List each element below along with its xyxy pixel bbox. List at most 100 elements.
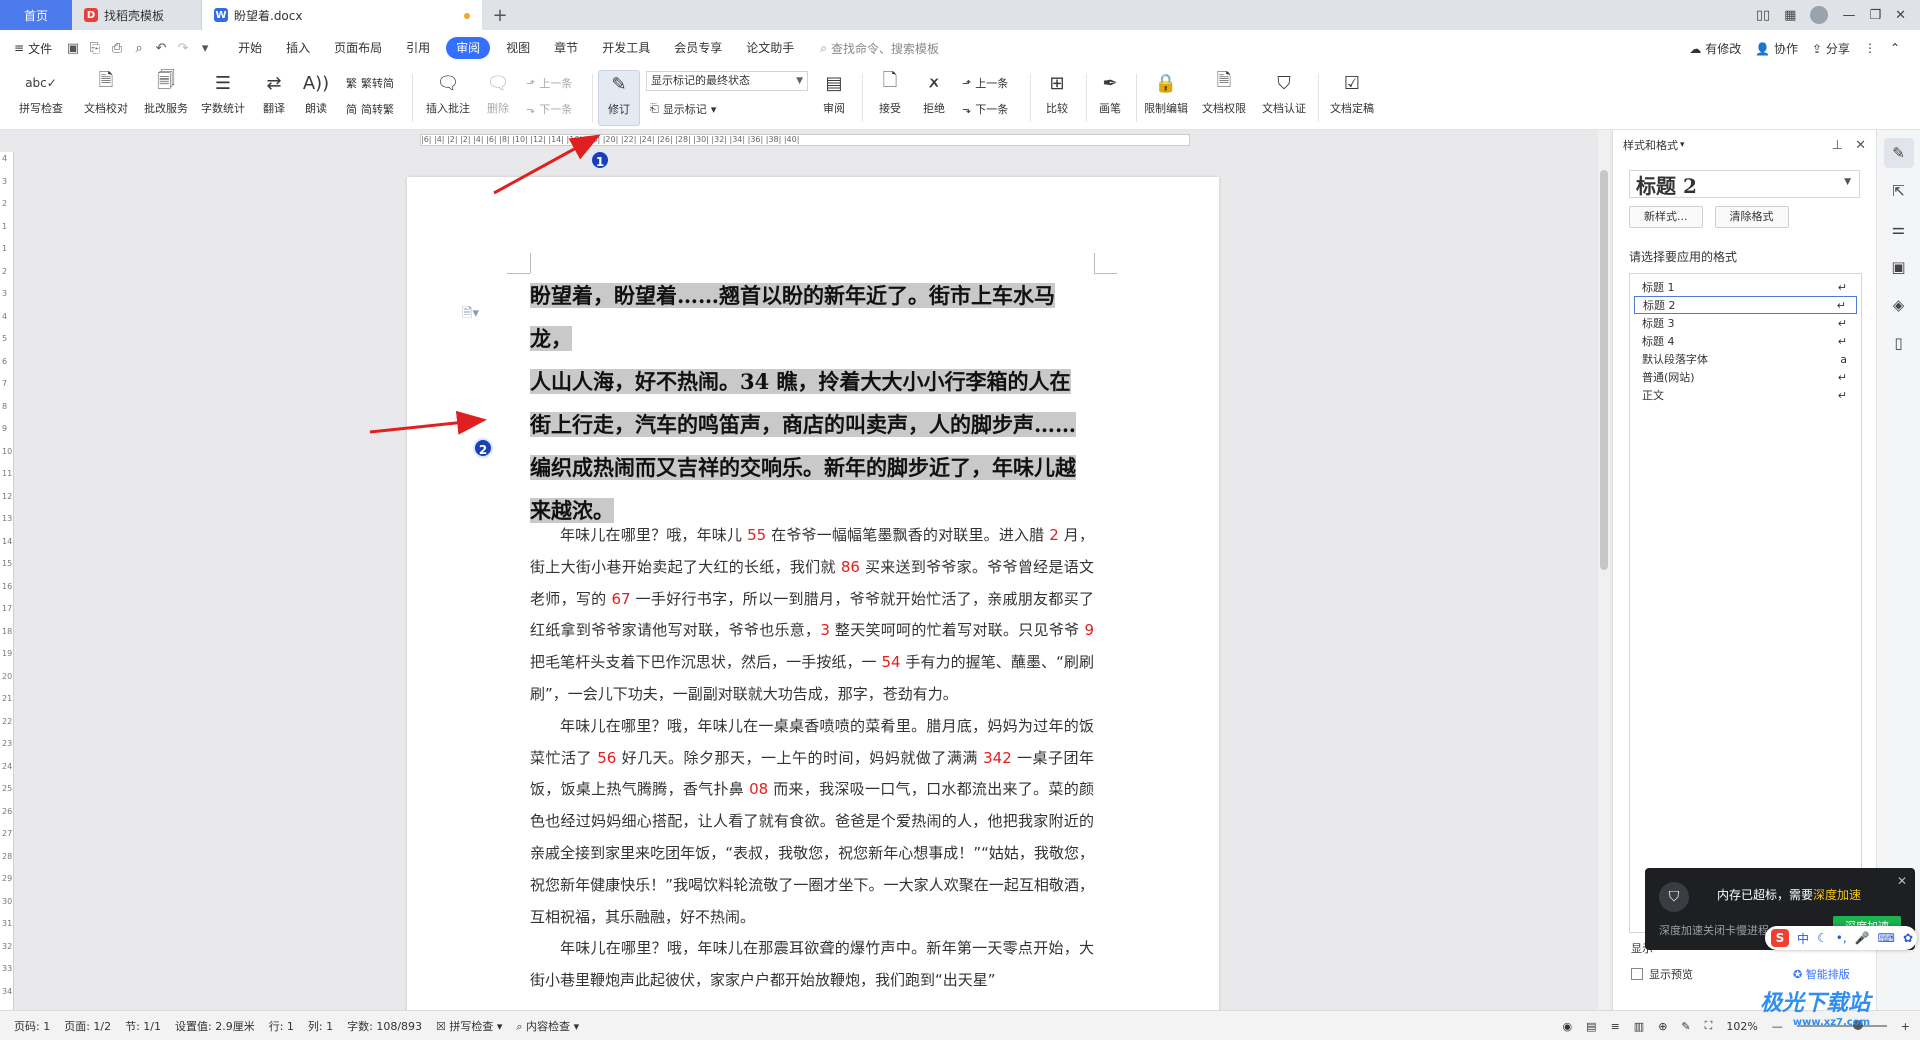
outline-view-icon[interactable]: ≡	[1611, 1020, 1620, 1033]
next-change-button[interactable]: ⬎ 下一条	[962, 100, 1008, 118]
style-format-icon[interactable]: ✎	[1883, 138, 1914, 168]
accept-button[interactable]: 🗋 接受	[870, 70, 910, 126]
show-markup-button[interactable]: ⎗ 显示标记 ▾	[650, 100, 716, 118]
style-list-item[interactable]: 正文 ↵	[1634, 386, 1857, 404]
microphone-icon[interactable]: 🎤	[1855, 931, 1870, 945]
style-list-item[interactable]: 标题 1 ↵	[1634, 278, 1857, 296]
share-button[interactable]: ⇪ 分享	[1812, 40, 1850, 57]
scrollbar-thumb[interactable]	[1600, 170, 1608, 570]
tab-document[interactable]: W 盼望着.docx	[202, 0, 482, 30]
content-check-toggle[interactable]: ⌕ 内容检查 ▾	[516, 1018, 579, 1034]
zoom-in-icon[interactable]: +	[1901, 1020, 1910, 1033]
document-body[interactable]: 年味儿在哪里？哦，年味儿 55 在爷爷一幅幅笔墨飘香的对联里。进入腊 2 月，街…	[530, 520, 1094, 997]
close-icon[interactable]: ✕	[1855, 138, 1866, 153]
book-icon[interactable]: ▯	[1884, 328, 1914, 358]
keyboard-icon[interactable]: ⌨	[1878, 931, 1895, 945]
menu-tab-2[interactable]: 页面布局	[322, 37, 394, 59]
delete-comment-button[interactable]: 🗨 删除	[478, 70, 518, 126]
tab-home[interactable]: 首页	[0, 0, 72, 30]
horizontal-ruler[interactable]: |6| |4| |2| |2| |4| |6| |8| |10| |12| |1…	[0, 130, 1595, 152]
property-sliders-icon[interactable]: ⚌	[1884, 214, 1914, 244]
clear-format-button[interactable]: 清除格式	[1714, 206, 1789, 228]
compare-button[interactable]: ⊞ 比较	[1036, 70, 1078, 126]
document-scrollbar[interactable]	[1598, 130, 1610, 1010]
menu-tab-7[interactable]: 开发工具	[590, 37, 662, 59]
restore-icon[interactable]: ❐	[1869, 8, 1881, 23]
doc-certify-button[interactable]: ⛉ 文档认证	[1258, 70, 1310, 126]
ime-mode[interactable]: 中	[1797, 930, 1809, 947]
proofread-button[interactable]: 🗎 文档校对	[78, 70, 134, 126]
doc-permission-button[interactable]: 🗎 文档权限	[1198, 70, 1250, 126]
collapse-ribbon-icon[interactable]: ⌃	[1890, 41, 1900, 55]
translate-button[interactable]: ⇄ 翻译	[254, 70, 294, 126]
print-icon[interactable]: ⎙	[106, 41, 128, 56]
export-icon[interactable]: ⎘	[84, 41, 106, 56]
web-view-icon[interactable]: ⊕	[1658, 1020, 1667, 1033]
eye-protect-icon[interactable]: ◉	[1563, 1020, 1573, 1033]
menu-tab-8[interactable]: 会员专享	[662, 37, 734, 59]
new-style-button[interactable]: 新样式...	[1629, 206, 1703, 228]
more-menu-icon[interactable]: ⋮	[1864, 41, 1876, 55]
layout-icon[interactable]: ▯▯	[1756, 8, 1770, 23]
location-icon[interactable]: ◈	[1884, 290, 1914, 320]
show-preview-row[interactable]: 显示预览	[1631, 966, 1693, 982]
save-icon[interactable]: ▣	[62, 41, 84, 56]
redo-icon[interactable]: ↷	[172, 41, 194, 56]
insert-comment-button[interactable]: 🗨 插入批注	[420, 70, 476, 126]
wordcount-button[interactable]: ☰ 字数统计	[196, 70, 250, 126]
preview-icon[interactable]: ⌕	[128, 41, 150, 56]
page-view-icon[interactable]: ▤	[1586, 1020, 1596, 1033]
close-icon[interactable]: ✕	[1897, 874, 1907, 888]
punctuation-icon[interactable]: •,	[1836, 931, 1847, 945]
image-tools-icon[interactable]: ▣	[1884, 252, 1914, 282]
document-page[interactable]: 🗎▾ 盼望着，盼望着……翘首以盼的新年近了。街市上车水马龙， 人山人海，好不热闹。…	[407, 177, 1219, 1017]
zoom-level[interactable]: 102%	[1726, 1020, 1757, 1033]
menu-tab-9[interactable]: 论文助手	[734, 37, 806, 59]
pen-button[interactable]: ✒ 画笔	[1090, 70, 1130, 126]
track-changes-button[interactable]: ✎ 修订	[598, 70, 640, 126]
menu-tab-0[interactable]: 开始	[226, 37, 274, 59]
moon-icon[interactable]: ☾	[1817, 931, 1828, 945]
style-list-item[interactable]: 标题 4 ↵	[1634, 332, 1857, 350]
menu-tab-1[interactable]: 插入	[274, 37, 322, 59]
skin-icon[interactable]: ✿	[1903, 931, 1913, 945]
popup-accent-text[interactable]: 深度加速	[1813, 888, 1861, 902]
spellcheck-button[interactable]: abc✓ 拼写检查	[12, 70, 70, 126]
status-pages[interactable]: 页面: 1/2	[64, 1018, 111, 1034]
style-list-item[interactable]: 标题 3 ↵	[1634, 314, 1857, 332]
current-style-select[interactable]: 标题 2 ▼	[1629, 170, 1860, 198]
vertical-ruler[interactable]: 4 3 2 1 1 2 3 4 5 6 7 8 9 10 11 12 13 14 15 16 17 18 19 20 21 22 2…	[0, 152, 14, 1010]
show-preview-checkbox[interactable]	[1631, 968, 1643, 980]
quick-access-more-icon[interactable]: ▾	[194, 41, 216, 56]
paragraph-handle-icon[interactable]: 🗎▾	[462, 304, 479, 326]
menu-tab-3[interactable]: 引用	[394, 37, 442, 59]
style-list-item[interactable]: 默认段落字体 a	[1634, 350, 1857, 368]
avatar[interactable]	[1810, 6, 1829, 24]
read-view-icon[interactable]: ▥	[1634, 1020, 1644, 1033]
select-pointer-icon[interactable]: ⇱	[1884, 176, 1914, 206]
review-pane-button[interactable]: ▤ 审阅	[814, 70, 854, 126]
status-wordcount[interactable]: 字数: 108/893	[347, 1018, 422, 1034]
finalize-button[interactable]: ☑ 文档定稿	[1322, 70, 1382, 126]
selected-heading[interactable]: 盼望着，盼望着……翘首以盼的新年近了。街市上车水马龙， 人山人海，好不热闹。34 …	[530, 274, 1094, 532]
collab-button[interactable]: 👤 协作	[1755, 40, 1798, 57]
batch-service-button[interactable]: 🗐 批改服务	[138, 70, 194, 126]
spellcheck-toggle[interactable]: ☒ 拼写检查 ▾	[436, 1018, 502, 1034]
prev-comment-button[interactable]: ⬏ 上一条	[526, 74, 572, 92]
menu-tab-4[interactable]: 审阅	[446, 37, 491, 59]
restrict-edit-button[interactable]: 🔒 限制编辑	[1140, 70, 1192, 126]
write-mode-icon[interactable]: ✎	[1681, 1020, 1690, 1033]
menu-tab-6[interactable]: 章节	[542, 37, 590, 59]
minimize-icon[interactable]: —	[1842, 8, 1855, 23]
style-list-item[interactable]: 普通(网站) ↵	[1634, 368, 1857, 386]
sogou-logo-icon[interactable]: S	[1771, 929, 1789, 947]
file-menu-button[interactable]: ≡ 文件	[14, 40, 52, 57]
command-search[interactable]: ⌕ 查找命令、搜索模板	[820, 40, 939, 57]
menu-tab-5[interactable]: 视图	[494, 37, 542, 59]
tab-template-store[interactable]: D 找稻壳模板	[72, 0, 202, 30]
next-comment-button[interactable]: ⬎ 下一条	[526, 100, 572, 118]
to-traditional-button[interactable]: 简简转繁	[346, 100, 394, 118]
panel-title[interactable]: 样式和格式	[1623, 137, 1678, 153]
smart-layout-link[interactable]: ✪ 智能排版	[1793, 966, 1850, 982]
pin-icon[interactable]: ⊥	[1832, 138, 1843, 153]
